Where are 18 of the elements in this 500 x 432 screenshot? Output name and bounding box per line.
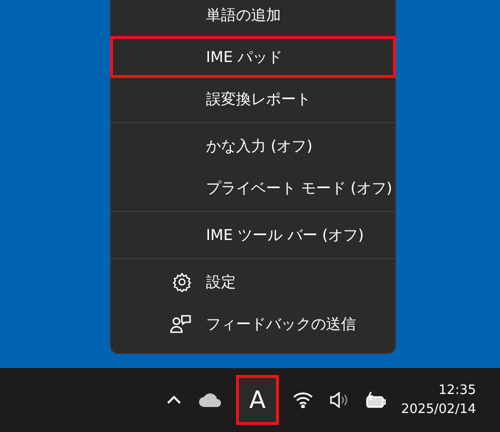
speaker-icon[interactable] bbox=[329, 392, 349, 408]
menu-item[interactable]: 設定 bbox=[110, 261, 396, 303]
ime-mode-button[interactable]: A bbox=[236, 375, 279, 425]
battery-icon[interactable] bbox=[365, 391, 387, 409]
menu-item[interactable]: 単語の追加 bbox=[110, 0, 396, 36]
cloud-icon[interactable] bbox=[198, 393, 222, 407]
wifi-icon[interactable] bbox=[293, 392, 313, 408]
chevron-up-icon[interactable] bbox=[166, 395, 182, 405]
settings-icon bbox=[172, 272, 192, 292]
clock-time: 12:35 bbox=[438, 383, 476, 398]
menu-item[interactable]: かな入力 (オフ) bbox=[110, 125, 396, 167]
menu-item[interactable]: 誤変換レポート bbox=[110, 78, 396, 120]
menu-item[interactable]: プライベート モード (オフ) bbox=[110, 167, 396, 209]
clock-date: 2025/02/14 bbox=[401, 402, 476, 417]
feedback-icon bbox=[170, 314, 192, 334]
menu-item[interactable]: IME ツール バー (オフ) bbox=[110, 214, 396, 256]
menu-item[interactable]: IME パッド bbox=[110, 36, 396, 78]
menu-item[interactable]: フィードバックの送信 bbox=[110, 303, 396, 345]
